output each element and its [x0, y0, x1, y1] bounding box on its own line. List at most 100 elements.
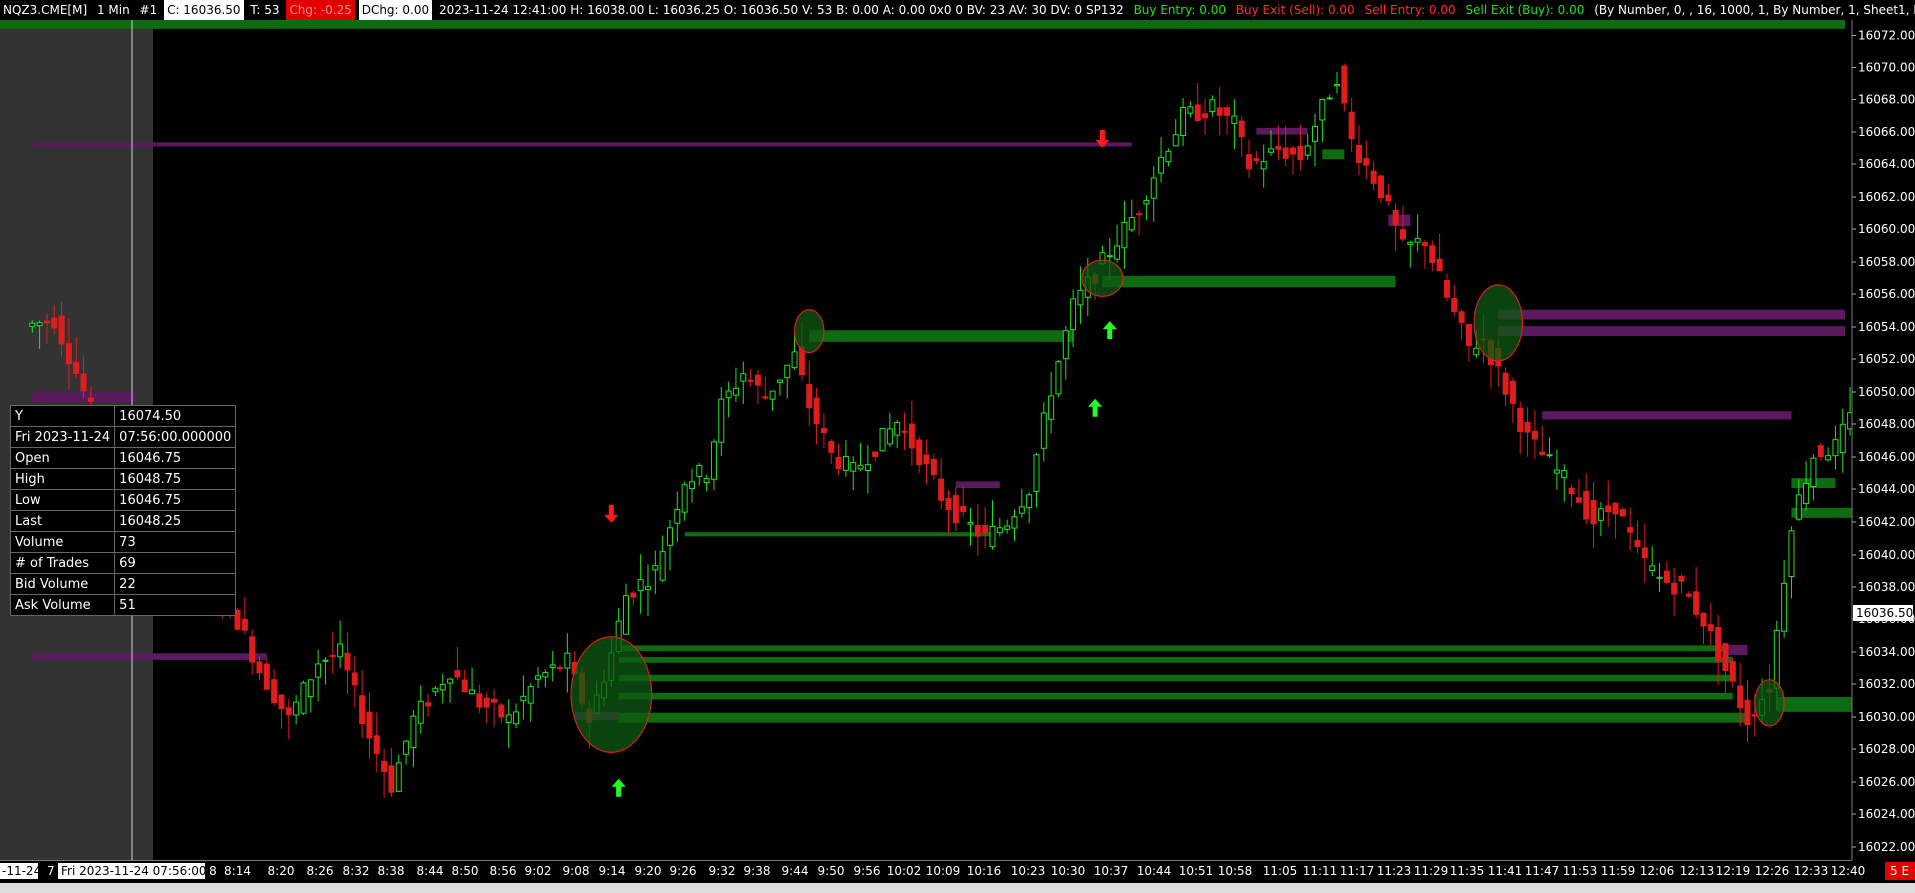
- candle: [879, 428, 886, 452]
- zone-purple: [1388, 214, 1411, 227]
- time-tick-label: 9:50: [818, 864, 845, 878]
- time-tick-label: 10:02: [887, 864, 922, 878]
- time-tick-label: 8:50: [452, 864, 479, 878]
- time-tick-label: 10:16: [967, 864, 1002, 878]
- cursor-time-label: Fri 2023-11-24 07:56:00: [61, 864, 207, 878]
- time-tick-label: 11:05: [1263, 864, 1298, 878]
- time-tick-label: 9:02: [525, 864, 552, 878]
- tooltip-row: Open 16046.75: [9, 447, 237, 469]
- time-tick-label: 8:26: [307, 864, 334, 878]
- price-tick-label: 16022.00: [1858, 840, 1915, 854]
- price-tick-label: 16034.00: [1858, 645, 1915, 659]
- price-tick-label: 16052.00: [1858, 352, 1915, 366]
- price-tick-label: 16038.00: [1858, 580, 1915, 594]
- zone-purple: [1498, 326, 1845, 337]
- zone-purple: [1498, 309, 1845, 320]
- time-tick-label: 10:51: [1179, 864, 1214, 878]
- time-tick-label: 9:20: [635, 864, 662, 878]
- zone-purple: [1542, 411, 1792, 420]
- zone-green: [684, 532, 993, 537]
- interval-label[interactable]: 1 Min: [94, 0, 133, 20]
- tooltip-key: High: [9, 468, 116, 490]
- tooltip-row: # of Trades 69: [9, 552, 237, 574]
- price-tick-label: 16062.00: [1858, 190, 1915, 204]
- buy-exit-label: Buy Exit (Sell): 0.00: [1235, 3, 1355, 17]
- price-tick-label: 16040.00: [1858, 548, 1915, 562]
- candle: [263, 659, 270, 690]
- study-params: (By Number, 0, , 16, 1000, 1, By Number,…: [1594, 3, 1915, 17]
- price-chart[interactable]: 16072.00 16070.00 16068.00 16066.00 16064.00…: [0, 20, 1915, 860]
- time-tick-label: 10:44: [1137, 864, 1172, 878]
- chart-number: #1: [139, 3, 158, 17]
- top-green-line: [0, 20, 1845, 29]
- time-tick-label: 8:14: [224, 864, 251, 878]
- change-box: Chg: -0.25: [286, 0, 355, 20]
- time-tick-label: 12:19: [1716, 864, 1751, 878]
- time-tick-label: 8:20: [268, 864, 295, 878]
- time-tick-label: 11:59: [1601, 864, 1636, 878]
- close-price-box: C: 16036.50: [164, 0, 244, 20]
- tooltip-key: Fri 2023-11-24: [9, 426, 116, 448]
- time-tick-label: 10:09: [926, 864, 961, 878]
- time-tick-label: 11:35: [1450, 864, 1485, 878]
- time-tick-label: 10:37: [1094, 864, 1129, 878]
- time-tick-label: 11:41: [1488, 864, 1523, 878]
- sell-entry-label: Sell Entry: 0.00: [1364, 3, 1456, 17]
- tooltip-row: High 16048.75: [9, 468, 237, 490]
- buy-entry-label: Buy Entry: 0.00: [1133, 3, 1226, 17]
- time-axis-left-partial: -11-24: [2, 864, 41, 878]
- time-tick-label: 12:13: [1680, 864, 1715, 878]
- tooltip-row: Y 16074.50: [9, 405, 237, 427]
- tick-count: T: 53: [250, 3, 280, 17]
- time-tick-label: 12:06: [1640, 864, 1675, 878]
- time-tick-label: 9:44: [782, 864, 809, 878]
- time-tick-label: 12:33: [1794, 864, 1829, 878]
- time-tick-label: 9:56: [854, 864, 881, 878]
- time-axis-left-mark: 7: [47, 864, 55, 878]
- time-tick-label: 8:32: [343, 864, 370, 878]
- tooltip-value: 73: [114, 531, 237, 553]
- price-tick-label: 16030.00: [1858, 710, 1915, 724]
- price-tick-label: 16042.00: [1858, 515, 1915, 529]
- zone-purple: [32, 653, 267, 660]
- price-tick-label: 16072.00: [1858, 29, 1915, 43]
- symbol-label[interactable]: NQZ3.CME[M]: [0, 0, 90, 20]
- zone-purple: [32, 142, 1132, 147]
- signal-circle: [1081, 259, 1124, 298]
- zone-green: [809, 330, 1074, 342]
- zone-green: [618, 692, 1733, 700]
- tooltip-value: 22: [114, 573, 237, 595]
- candle: [1055, 359, 1062, 398]
- time-tick-label: 9:14: [599, 864, 626, 878]
- time-tick-label: 9:08: [563, 864, 590, 878]
- tooltip-value: 16048.75: [114, 468, 237, 490]
- price-tick-label: 16026.00: [1858, 775, 1915, 789]
- time-tick-label: 9:38: [744, 864, 771, 878]
- signal-circle: [1754, 679, 1785, 727]
- signal-circle: [793, 309, 825, 354]
- tooltip-key: Low: [9, 489, 116, 511]
- time-axis[interactable]: -11-24 7 Fri 2023-11-24 07:56:00 8 8:14 8:…: [0, 860, 1915, 893]
- tooltip-row: Low 16046.75: [9, 489, 237, 511]
- tooltip-key: # of Trades: [9, 552, 116, 574]
- time-tick-label: 11:29: [1414, 864, 1449, 878]
- tooltip-value: 16046.75: [114, 489, 237, 511]
- price-axis[interactable]: 16072.00 16070.00 16068.00 16066.00 16064.00…: [1851, 20, 1915, 860]
- current-price-label: 16036.50: [1856, 606, 1913, 620]
- zone-purple: [1725, 644, 1748, 655]
- tooltip-value: 16048.25: [114, 510, 237, 532]
- tooltip-row: Last 16048.25: [9, 510, 237, 532]
- price-tick-label: 16056.00: [1858, 287, 1915, 301]
- time-tick-label: 12:26: [1755, 864, 1790, 878]
- price-tick-label: 16068.00: [1858, 93, 1915, 107]
- time-tick-label: 9:32: [709, 864, 736, 878]
- signal-circle: [1473, 284, 1524, 362]
- price-tick-label: 16058.00: [1858, 255, 1915, 269]
- price-tick-label: 16046.00: [1858, 450, 1915, 464]
- tooltip-value: 16046.75: [114, 447, 237, 469]
- time-tick-label: 8:44: [417, 864, 444, 878]
- candle: [300, 680, 307, 716]
- time-tick-label: 8:38: [378, 864, 405, 878]
- time-tick-label: 9:26: [670, 864, 697, 878]
- time-tick-label: 11:47: [1525, 864, 1560, 878]
